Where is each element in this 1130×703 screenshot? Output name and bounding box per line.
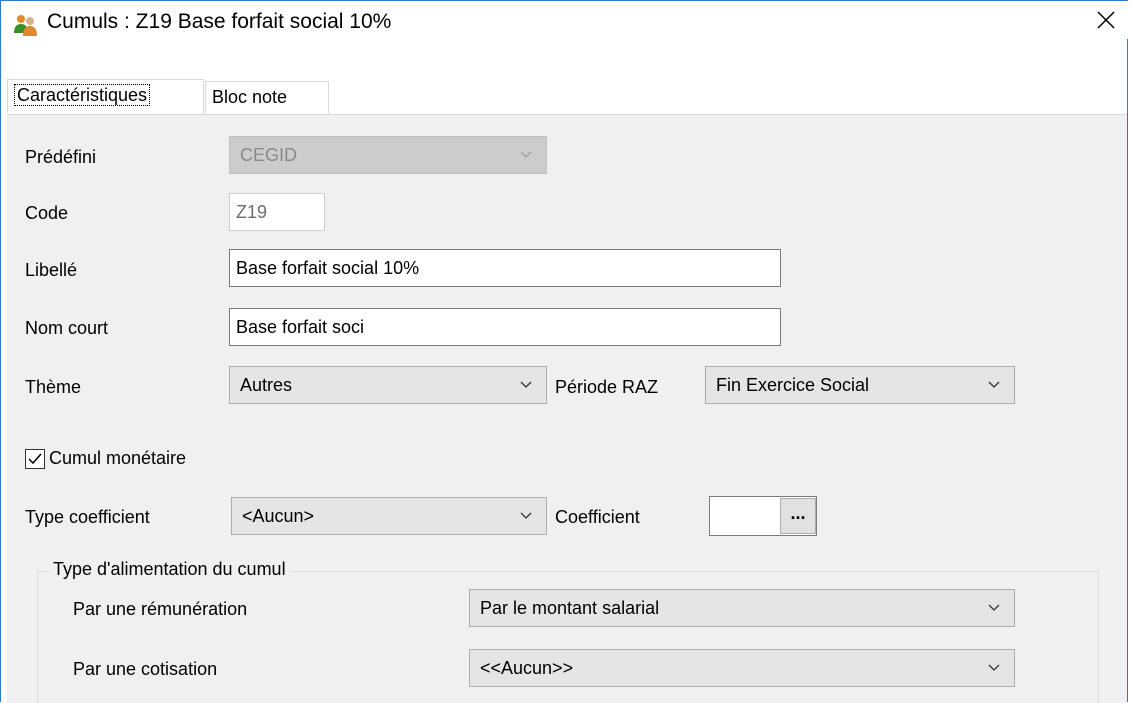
- window-title: Cumuls : Z19 Base forfait social 10%: [47, 10, 391, 34]
- remuneration-select[interactable]: Par le montant salarial: [469, 589, 1015, 627]
- users-icon: [13, 13, 39, 37]
- code-value: Z19: [236, 202, 267, 222]
- periode-raz-value: Fin Exercice Social: [716, 375, 869, 395]
- chevron-down-icon: [520, 151, 532, 159]
- libelle-value: Base forfait social 10%: [236, 258, 419, 278]
- checkmark-icon: [26, 450, 44, 468]
- predefini-label: Prédéfini: [25, 147, 96, 168]
- chevron-down-icon: [988, 664, 1000, 672]
- nom-court-field[interactable]: Base forfait soci: [229, 308, 781, 346]
- chevron-down-icon: [988, 381, 1000, 389]
- close-icon[interactable]: [1083, 1, 1129, 39]
- tab-caracteristiques-label: Caractéristiques: [14, 84, 150, 106]
- libelle-field[interactable]: Base forfait social 10%: [229, 249, 781, 287]
- coefficient-browse-button[interactable]: ...: [780, 498, 816, 534]
- chevron-down-icon: [988, 604, 1000, 612]
- type-coefficient-select[interactable]: <Aucun>: [231, 497, 547, 535]
- tab-content-panel: Prédéfini CEGID Code Z19 Libellé Base fo…: [7, 115, 1127, 703]
- alimentation-group-title: Type d'alimentation du cumul: [49, 559, 290, 580]
- type-coefficient-value: <Aucun>: [242, 506, 314, 526]
- periode-raz-select[interactable]: Fin Exercice Social: [705, 366, 1015, 404]
- tab-bloc-note[interactable]: Bloc note: [205, 81, 329, 114]
- cumul-monetaire-checkbox[interactable]: [25, 449, 45, 469]
- code-field: Z19: [229, 193, 325, 231]
- theme-value: Autres: [240, 375, 292, 395]
- coefficient-label: Coefficient: [555, 507, 640, 528]
- tab-caracteristiques[interactable]: Caractéristiques: [7, 79, 204, 113]
- remuneration-value: Par le montant salarial: [480, 598, 659, 618]
- code-label: Code: [25, 203, 68, 224]
- libelle-label: Libellé: [25, 260, 77, 281]
- cotisation-label: Par une cotisation: [73, 659, 217, 680]
- tab-bloc-note-label: Bloc note: [212, 87, 287, 107]
- dialog-window: Cumuls : Z19 Base forfait social 10% Car…: [0, 0, 1128, 702]
- cumul-monetaire-label: Cumul monétaire: [49, 448, 186, 469]
- title-bar: Cumuls : Z19 Base forfait social 10%: [1, 1, 1129, 39]
- predefini-select: CEGID: [229, 136, 547, 174]
- chevron-down-icon: [520, 381, 532, 389]
- predefini-value: CEGID: [240, 145, 297, 165]
- theme-select[interactable]: Autres: [229, 366, 547, 404]
- chevron-down-icon: [520, 512, 532, 520]
- theme-label: Thème: [25, 377, 81, 398]
- nom-court-value: Base forfait soci: [236, 317, 364, 337]
- nom-court-label: Nom court: [25, 318, 108, 339]
- remuneration-label: Par une rémunération: [73, 599, 247, 620]
- tab-strip: Caractéristiques Bloc note: [7, 81, 1129, 117]
- type-coefficient-label: Type coefficient: [25, 507, 150, 528]
- cotisation-value: <<Aucun>>: [480, 658, 573, 678]
- cotisation-select[interactable]: <<Aucun>>: [469, 649, 1015, 687]
- periode-raz-label: Période RAZ: [555, 377, 658, 398]
